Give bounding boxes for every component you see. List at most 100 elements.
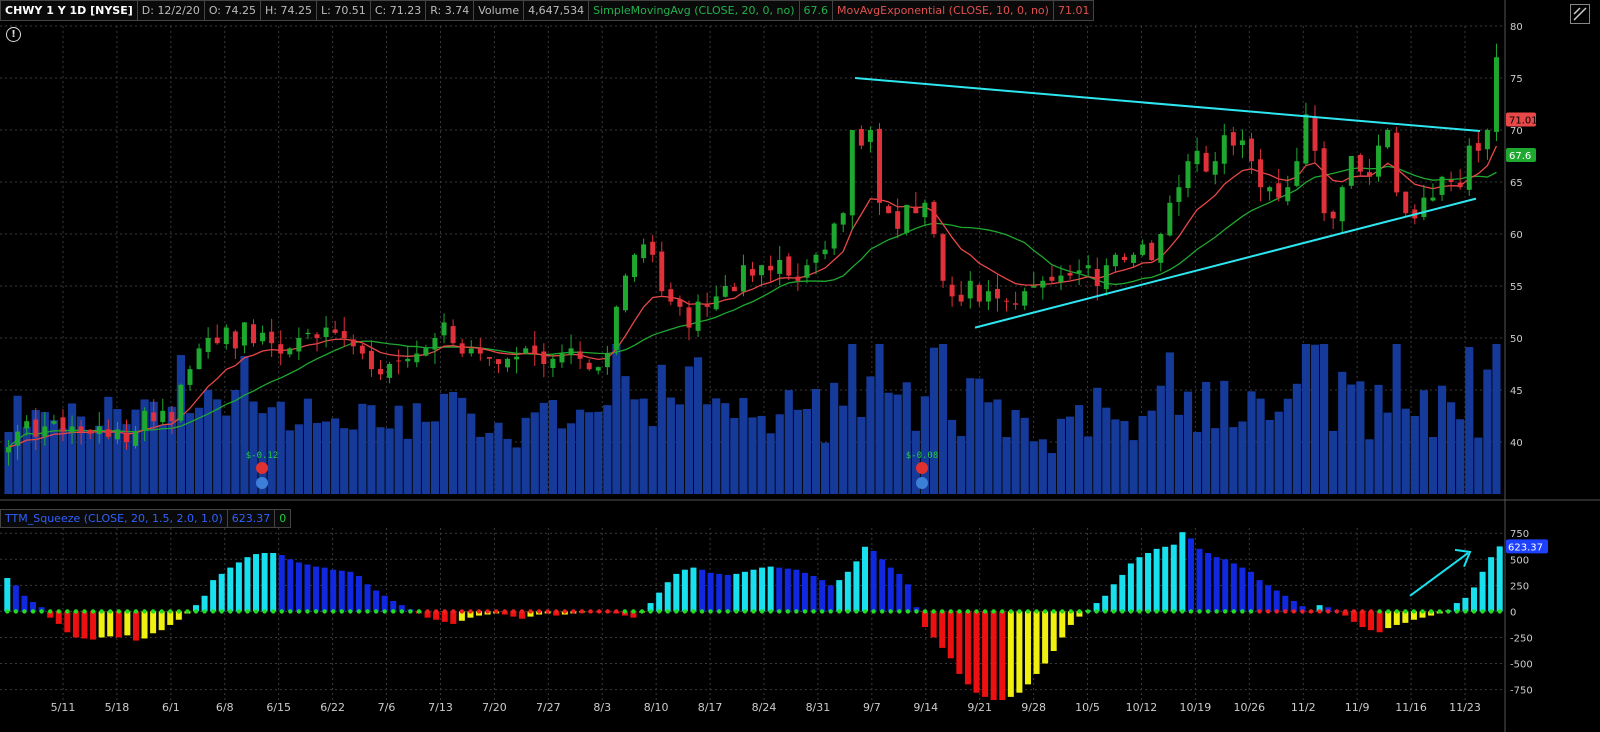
squeeze-dot xyxy=(656,609,662,614)
squeeze-dot xyxy=(562,609,568,614)
candle-body xyxy=(904,204,910,233)
squeeze-bar xyxy=(1162,546,1169,612)
x-tick-label: 6/8 xyxy=(216,701,234,714)
squeeze-dot xyxy=(1446,609,1451,614)
squeeze-flag-value: 0 xyxy=(275,509,292,528)
volume-bar xyxy=(1102,407,1111,494)
candle-body xyxy=(604,353,610,368)
volume-bar xyxy=(703,404,712,494)
squeeze-bar xyxy=(270,553,277,612)
squeeze-dot xyxy=(1008,609,1014,614)
squeeze-dot xyxy=(1085,609,1091,614)
squeeze-dot xyxy=(639,609,645,614)
drawing-tools-icon[interactable] xyxy=(1570,4,1590,24)
candle-body xyxy=(332,329,338,333)
squeeze-bar xyxy=(1488,557,1495,612)
volume-bar xyxy=(1229,427,1238,494)
squeeze-study-label[interactable]: TTM_Squeeze (CLOSE, 20, 1.5, 2.0, 1.0) xyxy=(0,509,228,528)
squeeze-dot xyxy=(511,609,516,614)
squeeze-bar xyxy=(287,559,294,612)
volume-bar xyxy=(893,394,902,494)
candle-body xyxy=(1221,135,1227,164)
candle-body xyxy=(958,294,964,302)
y-tick-label: 65 xyxy=(1510,178,1523,189)
chart-canvas[interactable]: 5/11 5/18 6/1 6/8 6/15 6/22 7/6 7/13 7/20 7/27 8/3… xyxy=(0,0,1600,732)
squeeze-dot xyxy=(56,609,61,614)
volume-bar xyxy=(1374,384,1383,494)
candle-body xyxy=(568,348,574,356)
squeeze-dot xyxy=(622,609,628,614)
candle-body xyxy=(541,351,547,364)
symbol-label[interactable]: CHWY 1 Y 1D [NYSE] xyxy=(0,0,138,21)
squeeze-dot xyxy=(819,609,825,614)
volume-bar xyxy=(557,428,567,494)
candle-body xyxy=(1321,148,1327,214)
candle-body xyxy=(1112,254,1118,267)
candle-body xyxy=(1013,303,1019,305)
candle-body xyxy=(713,296,719,310)
squeeze-dot xyxy=(1368,609,1374,614)
candle-body xyxy=(505,358,511,368)
squeeze-bar xyxy=(870,550,877,612)
candle-body xyxy=(114,429,120,440)
candle-body xyxy=(15,431,21,446)
volume-bar xyxy=(1283,398,1292,494)
squeeze-bar xyxy=(1196,548,1203,612)
volume-bar xyxy=(585,412,594,494)
candle-body xyxy=(1294,161,1300,186)
volume-bar xyxy=(1129,440,1138,494)
y-tick-label: 55 xyxy=(1510,282,1523,293)
y-tick-label: -750 xyxy=(1510,686,1533,697)
y-tick-label: -500 xyxy=(1510,660,1533,671)
squeeze-dot xyxy=(1214,609,1219,614)
squeeze-dot xyxy=(1394,609,1399,614)
candle-body xyxy=(1493,57,1499,132)
squeeze-dot xyxy=(1437,609,1442,614)
volume-bar xyxy=(303,398,313,494)
squeeze-bar xyxy=(81,611,88,639)
candle-body xyxy=(1439,176,1445,195)
squeeze-bar xyxy=(896,573,903,612)
volume-bar xyxy=(766,433,775,494)
squeeze-dot xyxy=(751,609,756,614)
squeeze-bar xyxy=(664,582,671,612)
volume-bar xyxy=(630,399,639,494)
squeeze-bar xyxy=(973,611,980,693)
squeeze-dot xyxy=(185,609,190,614)
candle-body xyxy=(405,358,411,362)
ema-study-label[interactable]: MovAvgExponential (CLOSE, 10, 0, no) xyxy=(833,0,1054,21)
volume-bar xyxy=(1047,453,1056,494)
volume-study-label[interactable]: Volume xyxy=(474,0,525,21)
volume-bar xyxy=(439,393,449,494)
squeeze-bar xyxy=(759,567,766,612)
x-tick-label: 8/17 xyxy=(698,701,723,714)
squeeze-dot xyxy=(47,609,53,614)
volume-bar xyxy=(1256,398,1265,494)
candle-body xyxy=(378,368,384,375)
candle-body xyxy=(1076,270,1082,274)
squeeze-bar xyxy=(922,611,929,628)
range-label: R: 3.74 xyxy=(426,0,475,21)
sma-study-label[interactable]: SimpleMovingAvg (CLOSE, 20, 0, no) xyxy=(589,0,800,21)
squeeze-dot xyxy=(845,609,851,614)
squeeze-bar xyxy=(1479,571,1486,612)
x-tick-label: 10/19 xyxy=(1180,701,1212,714)
squeeze-bar xyxy=(1273,590,1280,612)
squeeze-dot xyxy=(1017,609,1022,614)
candle-body xyxy=(1339,187,1345,222)
squeeze-bar xyxy=(1016,611,1023,693)
candle-body xyxy=(877,128,883,203)
volume-bar xyxy=(385,428,394,494)
squeeze-bar xyxy=(887,567,894,612)
x-tick-label: 7/20 xyxy=(482,701,507,714)
earnings-icon xyxy=(256,462,268,474)
candle-body xyxy=(1167,202,1173,236)
volume-bar xyxy=(639,398,648,494)
squeeze-dot xyxy=(1137,609,1142,614)
squeeze-dot xyxy=(13,609,19,614)
candle-body xyxy=(287,348,293,355)
squeeze-bar xyxy=(1359,611,1366,628)
candle-body xyxy=(550,358,556,368)
info-icon[interactable]: ! xyxy=(6,27,21,42)
squeeze-dot xyxy=(228,609,233,614)
